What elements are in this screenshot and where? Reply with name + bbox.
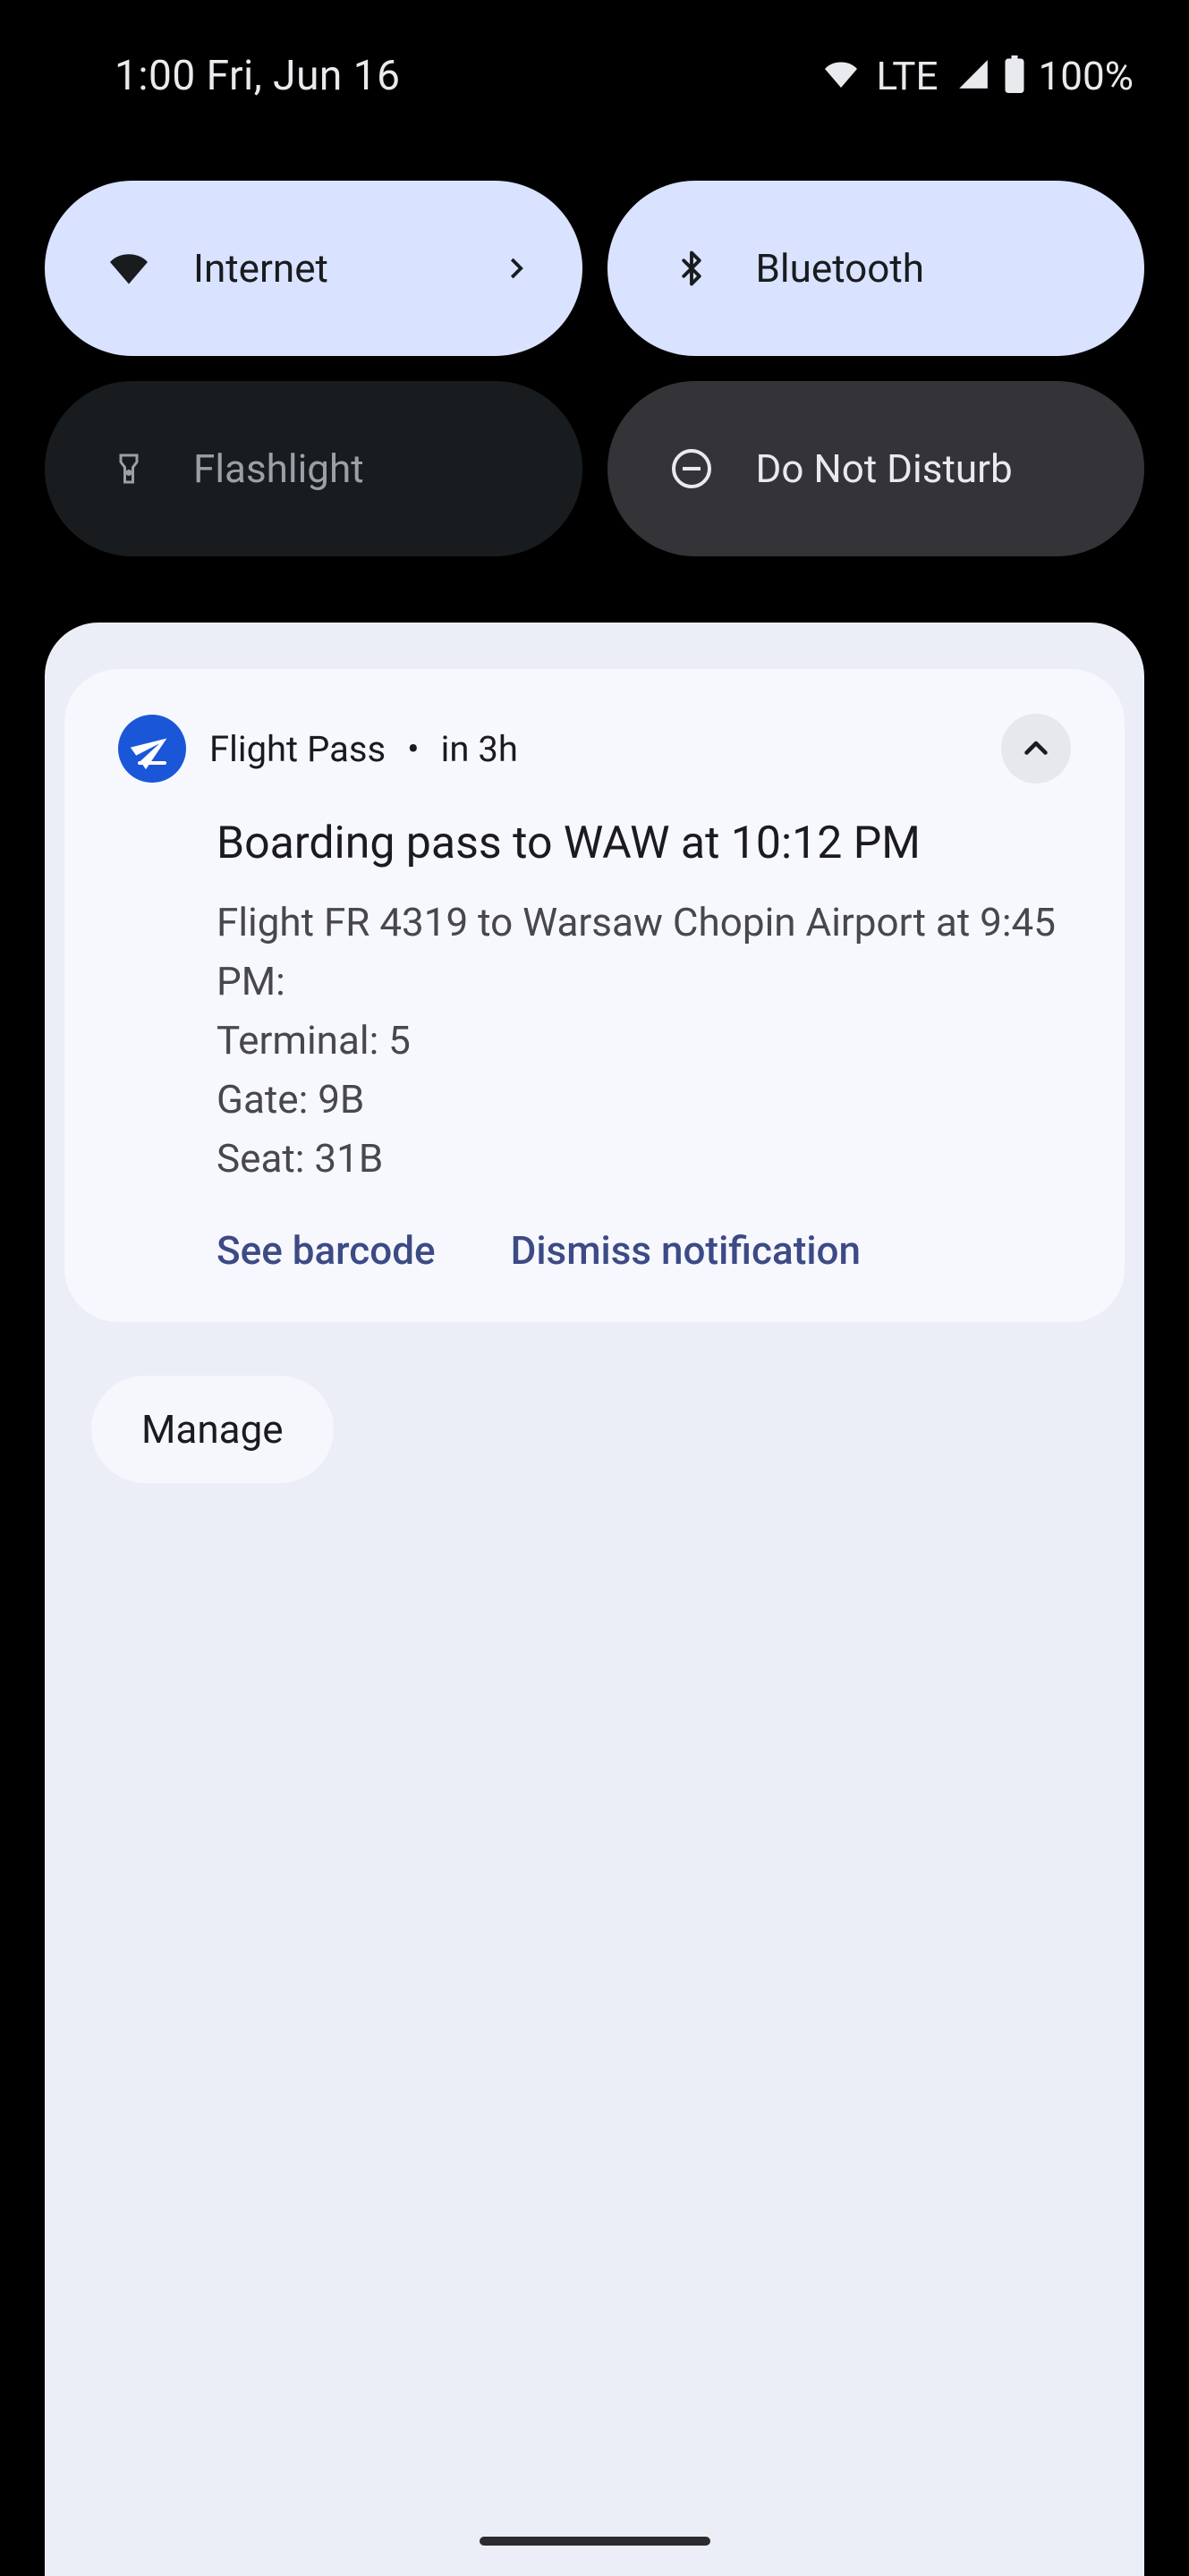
bluetooth-icon bbox=[665, 245, 718, 292]
battery-text: 100% bbox=[1039, 53, 1134, 99]
qs-tile-dnd[interactable]: Do Not Disturb bbox=[607, 381, 1145, 556]
app-icon-flight bbox=[118, 715, 186, 783]
quick-settings: Internet Bluetooth Flashlight Do Not Dis… bbox=[45, 181, 1144, 556]
wifi-icon bbox=[102, 250, 156, 287]
qs-tile-bluetooth[interactable]: Bluetooth bbox=[607, 181, 1145, 356]
network-type-label: LTE bbox=[877, 53, 938, 99]
qs-tile-label: Internet bbox=[193, 245, 547, 292]
notification-header: Flight Pass • in 3h bbox=[118, 714, 1071, 784]
chevron-up-icon bbox=[1020, 733, 1052, 765]
notification-app-name: Flight Pass bbox=[209, 728, 386, 770]
notification-card[interactable]: Flight Pass • in 3h Boarding pass to WAW… bbox=[64, 669, 1125, 1322]
notification-title: Boarding pass to WAW at 10:12 PM bbox=[217, 818, 1071, 869]
status-bar: 1:00 Fri, Jun 16 LTE 100% bbox=[0, 0, 1189, 152]
qs-tile-label: Do Not Disturb bbox=[756, 445, 1109, 492]
chevron-right-icon bbox=[502, 245, 529, 292]
qs-tile-label: Flashlight bbox=[193, 445, 547, 492]
action-see-barcode[interactable]: See barcode bbox=[217, 1227, 436, 1274]
separator-dot: • bbox=[407, 728, 420, 770]
wifi-icon bbox=[821, 58, 861, 94]
signal-icon bbox=[956, 57, 990, 95]
action-dismiss[interactable]: Dismiss notification bbox=[511, 1227, 861, 1274]
qs-tile-flashlight[interactable]: Flashlight bbox=[45, 381, 582, 556]
flashlight-icon bbox=[102, 445, 156, 492]
status-right: LTE 100% bbox=[821, 53, 1134, 99]
collapse-button[interactable] bbox=[1001, 714, 1071, 784]
battery-icon bbox=[1003, 55, 1026, 97]
notification-actions: See barcode Dismiss notification bbox=[217, 1227, 1071, 1274]
notification-shade: Flight Pass • in 3h Boarding pass to WAW… bbox=[45, 623, 1144, 2576]
status-clock: 1:00 Fri, Jun 16 bbox=[115, 52, 400, 100]
gesture-nav-bar[interactable] bbox=[480, 2537, 710, 2546]
dnd-icon bbox=[665, 447, 718, 490]
qs-tile-label: Bluetooth bbox=[756, 245, 1109, 292]
manage-button[interactable]: Manage bbox=[91, 1376, 334, 1483]
notification-body: Flight FR 4319 to Warsaw Chopin Airport … bbox=[217, 893, 1071, 1188]
qs-tile-internet[interactable]: Internet bbox=[45, 181, 582, 356]
notification-when: in 3h bbox=[441, 728, 518, 770]
